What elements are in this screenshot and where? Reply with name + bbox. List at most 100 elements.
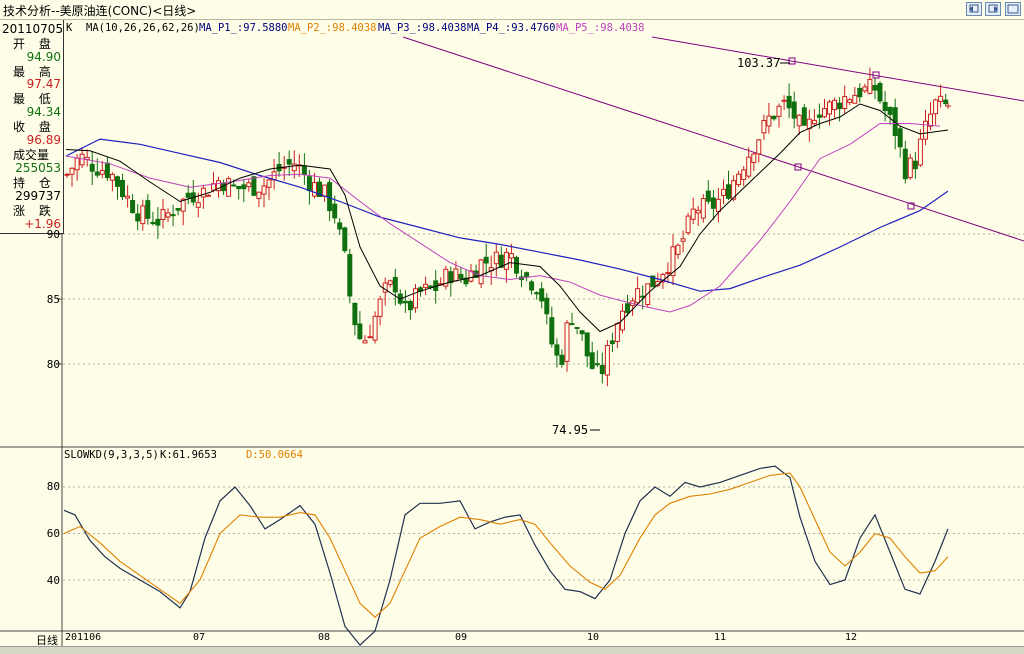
trend-line-upper	[651, 36, 1024, 102]
candle-body	[115, 176, 120, 187]
open-value: 94.90	[26, 50, 61, 64]
candle-body	[857, 87, 863, 98]
candle-body	[604, 345, 610, 376]
x-tick-10: 10	[587, 632, 600, 643]
candle-body	[241, 184, 247, 190]
candle-body	[847, 99, 853, 103]
candle-body	[614, 323, 620, 342]
candle-body	[867, 78, 873, 94]
quote-info-panel: 20110705 开 盘 94.90 最 高 97.47 最 低 94.34 收…	[0, 20, 64, 234]
candle-body	[715, 198, 721, 212]
candle-body	[710, 197, 716, 209]
volume-label: 成交量	[13, 148, 50, 162]
candle-body	[801, 107, 807, 126]
candle-body	[529, 281, 535, 291]
candle-body	[312, 182, 317, 197]
candle-body	[625, 303, 630, 313]
candle-body	[907, 157, 913, 179]
low-annotation: 74.95	[552, 423, 589, 437]
candle-body	[923, 120, 928, 140]
candle-body	[352, 302, 358, 326]
candle-body	[291, 163, 297, 172]
change-label: 涨 跌	[13, 204, 56, 218]
candle-body	[150, 221, 156, 225]
candle-body	[842, 96, 848, 109]
candle-body	[741, 169, 747, 180]
high-value: 97.47	[26, 77, 61, 91]
y-tick-85: 85	[46, 293, 60, 306]
candle-body	[145, 200, 151, 219]
candle-body	[705, 190, 711, 202]
candle-body	[786, 95, 792, 109]
candle-body	[478, 259, 484, 285]
candle-body	[564, 322, 570, 362]
maximize-icon[interactable]	[985, 2, 1001, 16]
candle-body	[377, 298, 383, 317]
candle-body	[413, 288, 418, 309]
candle-body	[811, 119, 817, 125]
close-value: 96.89	[26, 133, 61, 147]
candle-body	[322, 184, 328, 197]
candle-body	[514, 257, 519, 274]
candle-body	[822, 108, 827, 118]
candle-body	[74, 157, 80, 171]
legend-ma-p2: MA_P2_:98.4038	[288, 22, 377, 34]
candle-body	[584, 332, 590, 357]
candle-body	[554, 344, 560, 356]
candle-body	[109, 173, 115, 181]
candle-body	[756, 139, 762, 155]
candle-body	[796, 114, 802, 127]
candle-body	[589, 352, 595, 369]
legend-ma-p4: MA_P4_:93.4760	[467, 22, 556, 34]
candle-body	[574, 327, 580, 329]
candle-body	[508, 253, 514, 259]
kd-tick-40: 40	[46, 574, 60, 587]
candle-body	[337, 222, 343, 230]
candle-body	[579, 330, 585, 335]
candle-body	[700, 198, 706, 219]
y-tick-80: 80	[46, 358, 60, 371]
candle-body	[877, 83, 883, 102]
candle-body	[685, 215, 691, 234]
price-chart[interactable]	[0, 20, 1024, 646]
candle-body	[544, 297, 550, 315]
candle-body	[69, 167, 75, 175]
restore-icon[interactable]	[966, 2, 982, 16]
candle-body	[140, 205, 146, 225]
candle-body	[104, 162, 110, 179]
candle-body	[832, 99, 838, 111]
volume-value: 255053	[15, 161, 61, 175]
window-icon[interactable]	[1005, 2, 1021, 16]
candle-body	[175, 208, 181, 211]
candle-body	[155, 218, 161, 226]
candle-body	[256, 191, 262, 199]
candle-body	[170, 214, 176, 217]
x-tick-09: 09	[455, 632, 468, 643]
candle-body	[205, 194, 211, 197]
candle-body	[493, 251, 499, 265]
candle-body	[695, 209, 701, 214]
candle-body	[160, 209, 166, 221]
legend-ma-p3: MA_P3_:98.4038	[378, 22, 467, 34]
candle-body	[301, 165, 307, 176]
candle-body	[736, 173, 742, 186]
candle-body	[690, 208, 696, 220]
ma-line-26	[65, 123, 941, 313]
ma-line-10	[65, 103, 949, 333]
candle-body	[766, 115, 772, 127]
x-tick-11: 11	[714, 632, 727, 643]
candle-body	[483, 256, 489, 264]
candle-body	[827, 101, 832, 115]
candle-body	[594, 363, 600, 366]
candle-body	[362, 340, 368, 344]
candle-body	[665, 272, 671, 274]
candle-body	[125, 195, 131, 199]
candle-body	[387, 280, 393, 285]
candle-body	[251, 176, 257, 196]
kd-legend-k: K:61.9653	[160, 449, 217, 461]
candle-body	[726, 184, 731, 199]
candle-body	[539, 288, 545, 302]
candle-body	[549, 317, 555, 345]
candle-body	[534, 292, 540, 295]
x-tick-07: 07	[193, 632, 206, 643]
